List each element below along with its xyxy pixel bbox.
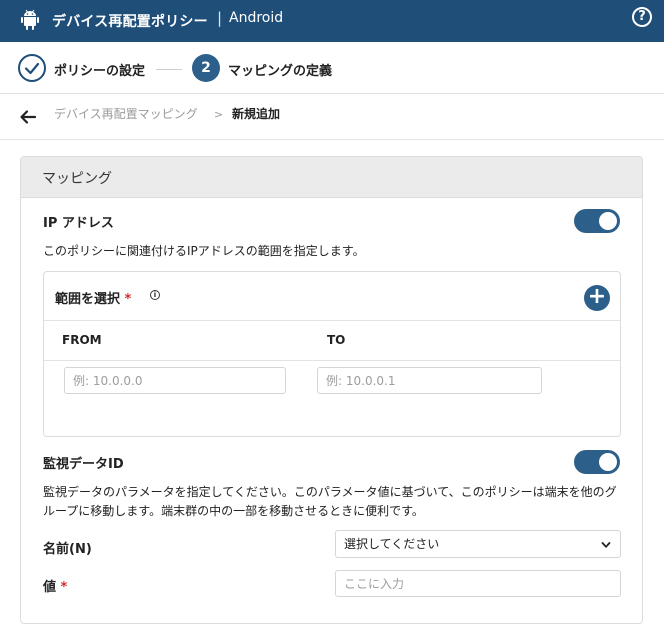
ip-address-label: IP アドレス	[43, 216, 114, 231]
step2-number: 2	[192, 54, 220, 82]
breadcrumb-separator: >	[214, 108, 224, 121]
mapping-card: マッピング IP アドレス このポリシーに関連付けるIPアドレスの範囲を指定しま…	[20, 156, 643, 624]
step1-label[interactable]: ポリシーの設定	[54, 60, 145, 79]
monitor-data-id-toggle[interactable]	[574, 450, 620, 474]
back-arrow-icon[interactable]	[18, 107, 38, 127]
range-select-text: 範囲を選択	[55, 292, 121, 307]
card-title: マッピング	[42, 171, 112, 187]
add-range-button[interactable]: +	[584, 285, 610, 311]
toggle-knob	[599, 212, 617, 230]
step1-check-icon	[18, 54, 46, 82]
ip-address-description: このポリシーに関連付けるIPアドレスの範囲を指定します。	[43, 244, 365, 258]
wizard-stepper: ポリシーの設定 2 マッピングの定義	[0, 42, 664, 94]
from-ip-input[interactable]	[64, 367, 286, 394]
app-header: デバイス再配置ポリシー | Android ?	[0, 0, 664, 42]
info-icon[interactable]: i	[150, 290, 160, 300]
page-title: デバイス再配置ポリシー	[52, 14, 208, 30]
help-icon[interactable]: ?	[632, 7, 652, 27]
range-select-label: 範囲を選択 *	[55, 288, 131, 307]
breadcrumb-current: 新規追加	[232, 107, 281, 121]
to-column-header: TO	[327, 333, 346, 347]
name-select-value: 選択してください	[344, 537, 440, 551]
name-field-label: 名前(N)	[43, 542, 92, 557]
value-field-label: 値 *	[43, 576, 67, 595]
name-select[interactable]: 選択してください	[335, 530, 621, 558]
from-column-header: FROM	[62, 333, 102, 347]
required-mark: *	[60, 580, 68, 595]
platform-label: Android	[229, 10, 284, 26]
ip-address-toggle[interactable]	[574, 209, 620, 233]
android-icon	[21, 9, 39, 30]
card-header: マッピング	[21, 157, 642, 198]
value-input[interactable]	[335, 570, 621, 597]
ip-range-panel: 範囲を選択 * i + FROM TO	[43, 271, 621, 437]
toggle-knob	[599, 453, 617, 471]
divider	[44, 360, 620, 361]
monitor-data-description: 監視データのパラメータを指定してください。このパラメータ値に基づいて、このポリシ…	[43, 485, 617, 518]
title-separator: |	[217, 9, 223, 27]
step2-label: マッピングの定義	[228, 64, 333, 79]
chevron-down-icon	[601, 542, 611, 548]
step-connector	[156, 69, 182, 70]
monitor-data-id-label: 監視データID	[43, 457, 124, 472]
to-ip-input[interactable]	[317, 367, 542, 394]
value-field-text: 値	[43, 580, 57, 595]
breadcrumb-parent-link[interactable]: デバイス再配置マッピング	[54, 105, 198, 122]
breadcrumb: デバイス再配置マッピング > 新規追加	[0, 94, 664, 140]
divider	[44, 320, 620, 321]
required-mark: *	[124, 292, 132, 307]
